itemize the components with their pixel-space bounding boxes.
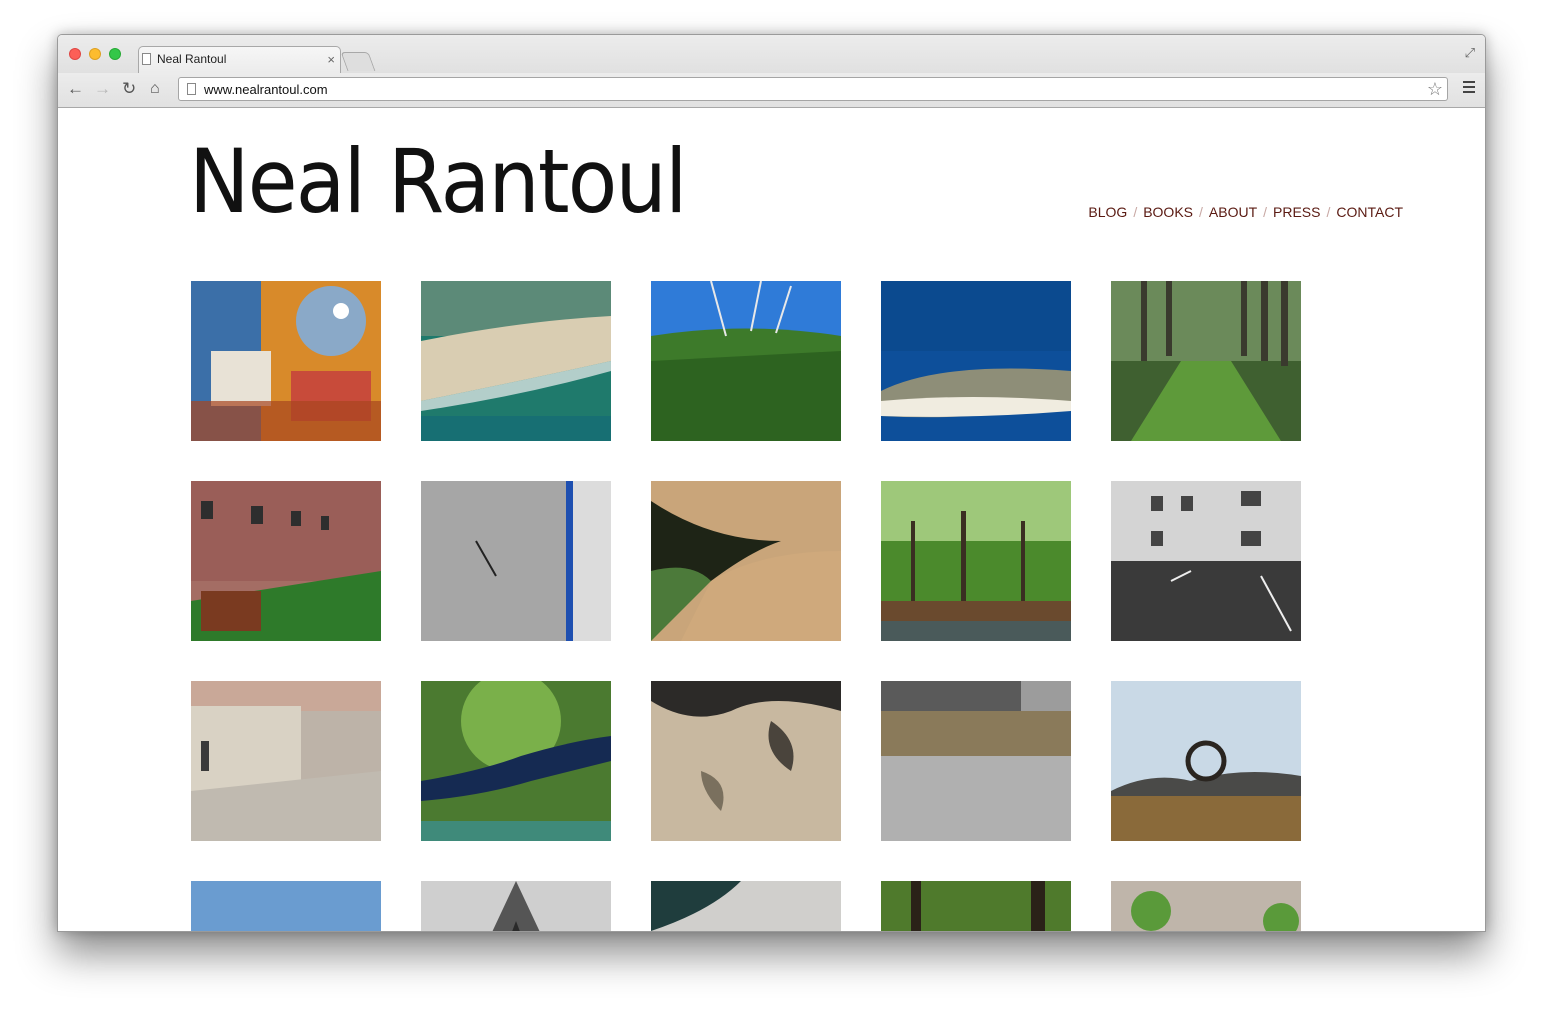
- tab-title: Neal Rantoul: [157, 52, 227, 66]
- window-controls: [69, 48, 121, 60]
- page-content: Neal Rantoul BLOG / BOOKS / ABOUT / PRESS / CONT…: [58, 108, 1485, 931]
- close-window-button[interactable]: [69, 48, 81, 60]
- nav-separator: /: [1263, 204, 1268, 220]
- thumbnail-grain-silo[interactable]: [421, 481, 611, 641]
- forward-arrow-icon[interactable]: →: [94, 79, 111, 99]
- new-tab-button[interactable]: [340, 52, 376, 71]
- thumbnail-sky-horizon[interactable]: [191, 881, 381, 931]
- browser-window: Neal Rantoul × ⤢ ← → ↻ ⌂ www.nealrantoul…: [57, 34, 1486, 932]
- nav-press[interactable]: PRESS: [1273, 204, 1320, 220]
- thumbnail-aerial-coastline[interactable]: [421, 281, 611, 441]
- thumbnail-sand-spit-blue-sea[interactable]: [881, 281, 1071, 441]
- toolbar: ← → ↻ ⌂ www.nealrantoul.com ☆: [58, 73, 1485, 107]
- zoom-window-button[interactable]: [109, 48, 121, 60]
- thumbnail-driftwood-sculpture[interactable]: [1111, 681, 1301, 841]
- back-arrow-icon[interactable]: ←: [67, 79, 84, 99]
- tab-content: Neal Rantoul ×: [138, 46, 339, 72]
- browser-chrome: Neal Rantoul × ⤢ ← → ↻ ⌂ www.nealrantoul…: [58, 35, 1485, 108]
- page-icon: [142, 53, 151, 65]
- thumbnail-sand-dunes[interactable]: [651, 681, 841, 841]
- site-title[interactable]: Neal Rantoul: [189, 130, 687, 233]
- thumbnail-hedge-and-sky[interactable]: [651, 281, 841, 441]
- thumbnail-green-forest-pond[interactable]: [881, 481, 1071, 641]
- thumbnail-barn-roof[interactable]: [421, 881, 611, 931]
- main-nav: BLOG / BOOKS / ABOUT / PRESS / CONTACT: [1088, 204, 1403, 220]
- nav-separator: /: [1326, 204, 1331, 220]
- thumbnail-wheat-field-curve[interactable]: [651, 481, 841, 641]
- bookmark-star-icon[interactable]: ☆: [1427, 79, 1443, 100]
- nav-books[interactable]: BOOKS: [1143, 204, 1193, 220]
- thumbnail-gravel-plants[interactable]: [1111, 881, 1301, 931]
- address-bar[interactable]: www.nealrantoul.com ☆: [178, 77, 1448, 101]
- home-icon[interactable]: ⌂: [150, 79, 160, 99]
- thumbnail-weathered-brick-wall[interactable]: [191, 481, 381, 641]
- tab-close-icon[interactable]: ×: [327, 52, 335, 67]
- thumbnail-graffiti-mural[interactable]: [191, 281, 381, 441]
- thumbnail-rooftop-alley[interactable]: [191, 681, 381, 841]
- nav-about[interactable]: ABOUT: [1209, 204, 1257, 220]
- fullscreen-icon[interactable]: ⤢: [1465, 45, 1475, 61]
- nav-blog[interactable]: BLOG: [1088, 204, 1127, 220]
- menu-icon[interactable]: [1463, 81, 1475, 96]
- thumbnail-aerial-shoreline[interactable]: [651, 881, 841, 931]
- url-text[interactable]: www.nealrantoul.com: [204, 82, 1427, 97]
- nav-separator: /: [1133, 204, 1138, 220]
- thumbnail-aerial-river-marsh[interactable]: [421, 681, 611, 841]
- thumbnail-flooded-building[interactable]: [881, 681, 1071, 841]
- nav-separator: /: [1199, 204, 1203, 220]
- thumbnail-tree-row-forest[interactable]: [1111, 281, 1301, 441]
- thumbnail-forest-trunks[interactable]: [881, 881, 1071, 931]
- nav-contact[interactable]: CONTACT: [1336, 204, 1403, 220]
- page-icon: [187, 83, 196, 95]
- thumbnail-motel-parking-lot[interactable]: [1111, 481, 1301, 641]
- reload-icon[interactable]: ↻: [122, 79, 136, 99]
- minimize-window-button[interactable]: [89, 48, 101, 60]
